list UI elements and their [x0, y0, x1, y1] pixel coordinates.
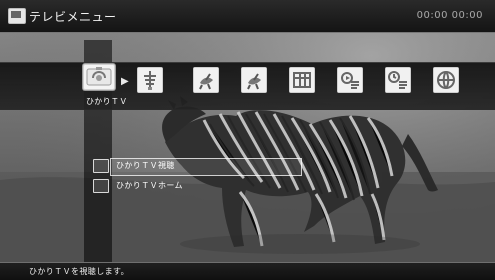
zebra-background-image — [0, 0, 495, 280]
globe-icon — [434, 68, 458, 92]
menu-item-label: ひかりＴＶ視聴 — [116, 161, 175, 170]
chevron-right-icon: ▶ — [121, 76, 129, 87]
tv-menu-screen: テレビメニュー 00:00 00:00 ひかりＴＶ ▶ ひかりＴＶ視聴 ひかりＴ… — [0, 0, 495, 280]
satellite-dish-2-icon — [242, 68, 266, 92]
category-hikari-tv[interactable] — [83, 64, 115, 90]
recorded-video-icon — [338, 68, 362, 92]
tv-icon — [93, 159, 109, 173]
category-antenna[interactable] — [137, 67, 163, 93]
hikari-tv-icon — [86, 67, 112, 86]
menu-item-hikari-tv-watch[interactable]: ひかりＴＶ視聴 — [93, 158, 303, 176]
tv-menu-icon — [8, 8, 26, 24]
antenna-icon — [138, 68, 162, 92]
category-internet[interactable] — [433, 67, 459, 93]
status-bar: ひかりＴＶを視聴します。 — [0, 262, 495, 280]
category-recorded[interactable] — [337, 67, 363, 93]
satellite-dish-icon — [194, 68, 218, 92]
selected-category-label: ひかりＴＶ — [86, 97, 128, 106]
window-title: テレビメニュー — [29, 10, 117, 24]
category-program-guide[interactable] — [289, 67, 315, 93]
reservation-icon — [386, 68, 410, 92]
title-bar: テレビメニュー 00:00 00:00 — [0, 0, 495, 33]
menu-item-hikari-tv-home[interactable]: ひかりＴＶホーム — [93, 179, 303, 195]
home-icon — [93, 179, 109, 193]
program-guide-icon — [290, 68, 314, 92]
menu-item-label: ひかりＴＶホーム — [116, 181, 183, 190]
status-text: ひかりＴＶを視聴します。 — [29, 267, 129, 276]
category-bs[interactable] — [193, 67, 219, 93]
category-reservation[interactable] — [385, 67, 411, 93]
clock-readout: 00:00 00:00 — [416, 10, 483, 21]
category-cs[interactable] — [241, 67, 267, 93]
